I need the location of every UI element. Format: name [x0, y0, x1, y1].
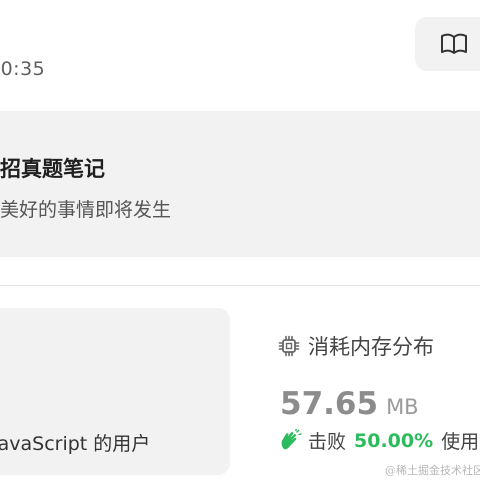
beat-percent: 50.00%: [354, 429, 434, 452]
watermark: @稀土掘金技术社区: [385, 464, 480, 477]
memory-beat-row: 击败 50.00% 使用: [278, 427, 479, 454]
memory-value-row: 57.65 MB: [280, 386, 419, 422]
runtime-distribution-card[interactable]: JavaScript 的用户: [0, 308, 230, 475]
beat-label: 击败: [308, 431, 347, 453]
chip-icon: [278, 335, 300, 357]
runtime-beat-text: JavaScript 的用户: [0, 433, 151, 455]
note-title: 招真题笔记: [0, 157, 105, 181]
clapping-hands-icon: [281, 428, 302, 449]
beat-tail-text: 使用: [441, 431, 480, 453]
elapsed-time: 00:35: [0, 58, 46, 80]
memory-title-row: 消耗内存分布: [278, 330, 434, 362]
divider: [0, 285, 480, 286]
note-card[interactable]: 招真题笔记 美好的事情即将发生: [0, 111, 480, 257]
memory-unit: MB: [386, 395, 419, 419]
memory-value: 57.65: [280, 386, 379, 422]
note-subtitle: 美好的事情即将发生: [0, 199, 172, 221]
book-open-icon: [441, 33, 467, 54]
memory-distribution-panel[interactable]: 消耗内存分布 57.65 MB 击败 50.00% 使用: [278, 330, 480, 470]
memory-title: 消耗内存分布: [308, 335, 434, 359]
notes-book-button[interactable]: [415, 17, 480, 71]
